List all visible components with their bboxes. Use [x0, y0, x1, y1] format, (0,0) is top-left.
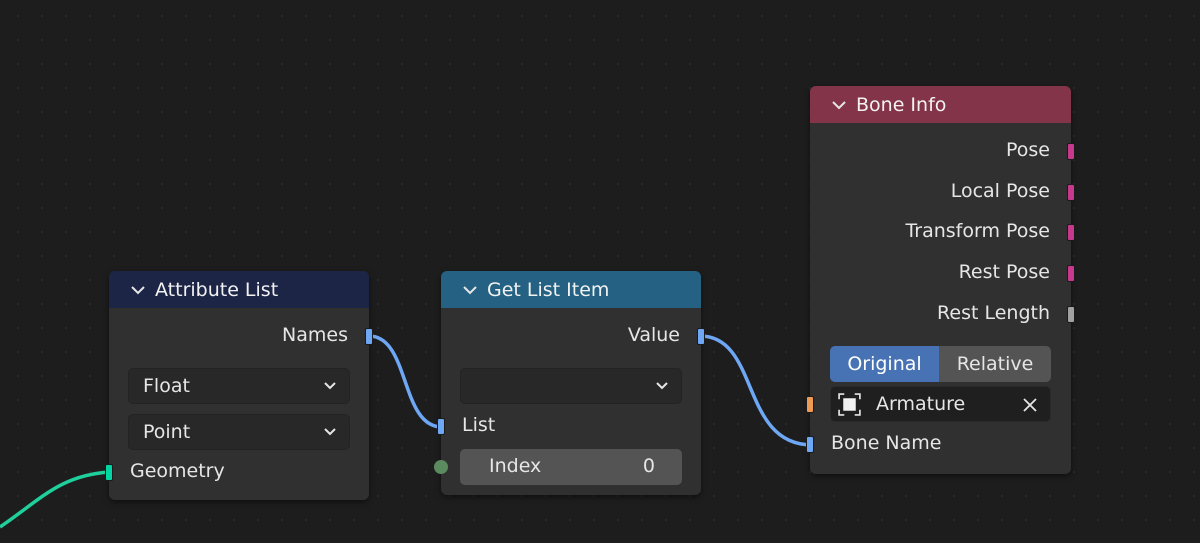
chevron-down-icon [656, 382, 668, 390]
armature-value: Armature [876, 393, 966, 415]
pose-output-socket[interactable] [1067, 143, 1075, 160]
output-transform-pose-label: Transform Pose [905, 220, 1050, 242]
local-pose-output-socket[interactable] [1067, 184, 1075, 201]
link-value-to-bone-name[interactable] [699, 334, 813, 447]
input-bone-name-label: Bone Name [831, 432, 942, 454]
chevron-down-icon[interactable] [129, 281, 147, 299]
output-names-label: Names [282, 324, 348, 346]
type-select-dropdown[interactable] [460, 368, 682, 404]
armature-input-socket[interactable] [806, 396, 814, 413]
mode-relative-button[interactable]: Relative [939, 346, 1051, 382]
mode-relative-label: Relative [956, 353, 1034, 375]
value-output-socket[interactable] [697, 328, 705, 345]
domain-value: Point [143, 421, 191, 443]
input-geometry-label: Geometry [130, 460, 225, 482]
index-input-socket[interactable] [434, 460, 448, 474]
index-field[interactable]: Index 0 [460, 449, 682, 485]
bone-info-title: Bone Info [856, 93, 947, 116]
transform-pose-output-socket[interactable] [1067, 224, 1075, 241]
index-label: Index [489, 455, 542, 477]
names-output-socket[interactable] [365, 328, 373, 345]
get-list-item-header[interactable]: Get List Item [441, 271, 701, 308]
data-type-dropdown[interactable]: Float [128, 368, 350, 404]
chevron-down-icon [324, 428, 336, 436]
domain-dropdown[interactable]: Point [128, 414, 350, 450]
attribute-list-node[interactable]: Attribute List Names Float Point Geometr… [105, 271, 373, 500]
attribute-list-header[interactable]: Attribute List [109, 271, 369, 308]
bone-name-input-socket[interactable] [806, 436, 814, 453]
close-icon[interactable] [1022, 397, 1038, 413]
chevron-down-icon[interactable] [461, 281, 479, 299]
link-names-to-list[interactable] [368, 334, 443, 429]
geometry-input-socket[interactable] [105, 464, 113, 481]
output-rest-pose-label: Rest Pose [958, 261, 1050, 283]
mode-original-label: Original [847, 353, 922, 375]
mode-original-button[interactable]: Original [830, 346, 939, 382]
output-local-pose-label: Local Pose [950, 180, 1050, 202]
output-value-label: Value [627, 324, 680, 346]
bone-info-node[interactable]: Bone Info Pose Local Pose Transform Pose… [806, 86, 1075, 474]
get-list-item-title: Get List Item [487, 278, 610, 301]
chevron-down-icon[interactable] [830, 96, 848, 114]
rest-pose-output-socket[interactable] [1067, 265, 1075, 282]
bone-info-header[interactable]: Bone Info [810, 86, 1071, 123]
armature-object-field[interactable]: Armature [830, 386, 1051, 422]
input-list-label: List [462, 414, 496, 436]
output-rest-length-label: Rest Length [937, 302, 1050, 324]
get-list-item-node[interactable]: Get List Item Value List Index 0 [434, 271, 705, 495]
attribute-list-title: Attribute List [155, 278, 279, 301]
rest-length-output-socket[interactable] [1067, 306, 1075, 323]
output-pose-label: Pose [1006, 139, 1050, 161]
link-geometry[interactable] [0, 470, 111, 529]
data-type-value: Float [143, 375, 190, 397]
object-icon [838, 393, 861, 416]
chevron-down-icon [324, 382, 336, 390]
list-input-socket[interactable] [437, 418, 445, 435]
index-value: 0 [642, 455, 655, 477]
